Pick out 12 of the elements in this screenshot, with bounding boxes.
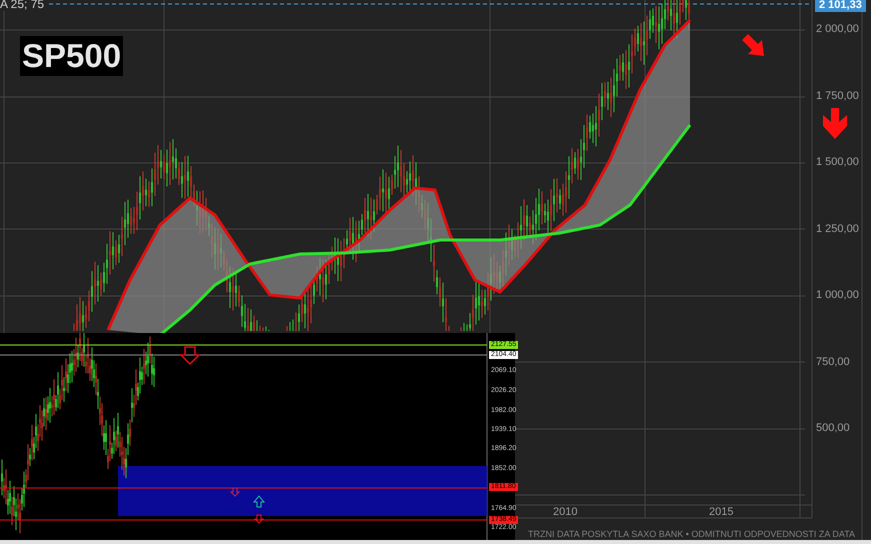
price-tag: 2 101,33 xyxy=(815,0,866,12)
chart-title: SP500 xyxy=(20,36,124,76)
axis-label: 1 000,00 xyxy=(816,289,859,301)
axis-label: 500,00 xyxy=(816,422,850,434)
disclaimer-text: TRZNI DATA POSKYTLA SAXO BANK • ODMITNUTI ODPOVEDNOSTI ZA DATA xyxy=(528,529,856,539)
axis-label: 1 750,00 xyxy=(816,90,859,102)
axis-label: 2015 xyxy=(709,506,734,518)
axis-label: 1 500,00 xyxy=(816,156,859,168)
axis-label: 2 000,00 xyxy=(816,23,859,35)
axis-label: 2010 xyxy=(553,506,578,518)
axis-label: 1 250,00 xyxy=(816,222,859,234)
axis-label: 750,00 xyxy=(816,356,850,368)
